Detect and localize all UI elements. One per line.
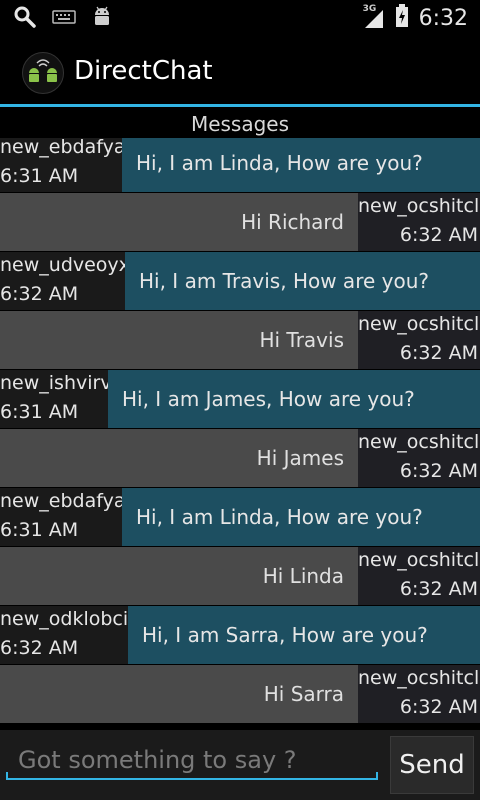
input-underline [6, 778, 378, 780]
message-text: Hi Sarra [0, 665, 358, 723]
message-meta: new_ishvirv 6:31 AM [0, 370, 108, 428]
message-meta: new_ocshitcl 6:32 AM [358, 311, 480, 369]
sender-name: new_odklobci [0, 608, 128, 630]
message-input[interactable] [6, 740, 378, 780]
message-meta: new_udveoyx 6:32 AM [0, 252, 125, 310]
outgoing-message[interactable]: new_ocshitcl 6:32 AM Hi Linda [0, 547, 480, 605]
outgoing-message[interactable]: new_ocshitcl 6:32 AM Hi Sarra [0, 665, 480, 723]
app-logo-icon[interactable] [22, 52, 64, 94]
incoming-message[interactable]: new_udveoyx 6:32 AM Hi, I am Travis, How a… [0, 252, 480, 310]
action-bar-divider [0, 104, 480, 107]
message-text: Hi, I am Linda, How are you? [122, 488, 480, 546]
message-meta: new_ocshitcl 6:32 AM [358, 429, 480, 487]
battery-icon [395, 4, 409, 32]
sender-name: new_ebdafya [0, 138, 122, 158]
incoming-message[interactable]: new_ishvirv 6:31 AM Hi, I am James, How ar… [0, 370, 480, 428]
clock: 6:32 [418, 5, 468, 31]
status-bar: 3G 6:32 [0, 0, 480, 38]
incoming-message[interactable]: new_ebdafya 6:31 AM Hi, I am Linda, How ar… [0, 138, 480, 192]
sender-name: new_ocshitcl [358, 667, 480, 689]
incoming-message[interactable]: new_odklobci 6:32 AM Hi, I am Sarra, How a… [0, 606, 480, 664]
sender-name: new_ebdafya [0, 490, 122, 512]
input-underline-left [6, 772, 8, 780]
message-time: 6:32 AM [399, 460, 478, 482]
keyboard-icon [52, 9, 76, 29]
message-time: 6:32 AM [399, 578, 478, 600]
message-time: 6:32 AM [399, 696, 478, 718]
message-text: Hi, I am Linda, How are you? [122, 138, 480, 192]
message-meta: new_ebdafya 6:31 AM [0, 138, 122, 192]
outgoing-message[interactable]: new_ocshitcl 6:32 AM Hi James [0, 429, 480, 487]
message-meta: new_ocshitcl 6:32 AM [358, 665, 480, 723]
message-time: 6:31 AM [0, 401, 79, 423]
message-time: 6:31 AM [0, 165, 79, 187]
sender-name: new_ocshitcl [358, 431, 480, 453]
android-icon [92, 6, 112, 32]
message-text: Hi James [0, 429, 358, 487]
send-button[interactable]: Send [390, 736, 474, 794]
message-text: Hi Linda [0, 547, 358, 605]
sender-name: new_ocshitcl [358, 549, 480, 571]
incoming-message[interactable]: new_ebdafya 6:31 AM Hi, I am Linda, How ar… [0, 488, 480, 546]
signal-icon: 3G [363, 4, 385, 30]
outgoing-message[interactable]: new_ocshitcl 6:32 AM Hi Travis [0, 311, 480, 369]
message-text: Hi Richard [0, 193, 358, 251]
message-text: Hi, I am James, How are you? [108, 370, 480, 428]
search-icon [14, 6, 36, 32]
sender-name: new_ocshitcl [358, 313, 480, 335]
message-meta: new_odklobci 6:32 AM [0, 606, 128, 664]
message-time: 6:32 AM [399, 342, 478, 364]
message-text: Hi, I am Sarra, How are you? [128, 606, 480, 664]
message-meta: new_ocshitcl 6:32 AM [358, 193, 480, 251]
sender-name: new_ishvirv [0, 372, 108, 394]
app-title: DirectChat [74, 56, 213, 86]
message-list[interactable]: new_ebdafya 6:31 AM Hi, I am Linda, How ar… [0, 138, 480, 728]
message-time: 6:31 AM [0, 519, 79, 541]
message-time: 6:32 AM [0, 637, 79, 659]
action-bar [0, 38, 480, 104]
message-time: 6:32 AM [399, 224, 478, 246]
message-meta: new_ebdafya 6:31 AM [0, 488, 122, 546]
message-text: Hi, I am Travis, How are you? [125, 252, 480, 310]
message-meta: new_ocshitcl 6:32 AM [358, 547, 480, 605]
sender-name: new_ocshitcl [358, 195, 480, 217]
input-underline-right [376, 772, 378, 780]
messages-header: Messages [0, 110, 480, 138]
message-time: 6:32 AM [0, 283, 79, 305]
outgoing-message[interactable]: new_ocshitcl 6:32 AM Hi Richard [0, 193, 480, 251]
message-text: Hi Travis [0, 311, 358, 369]
sender-name: new_udveoyx [0, 254, 125, 276]
